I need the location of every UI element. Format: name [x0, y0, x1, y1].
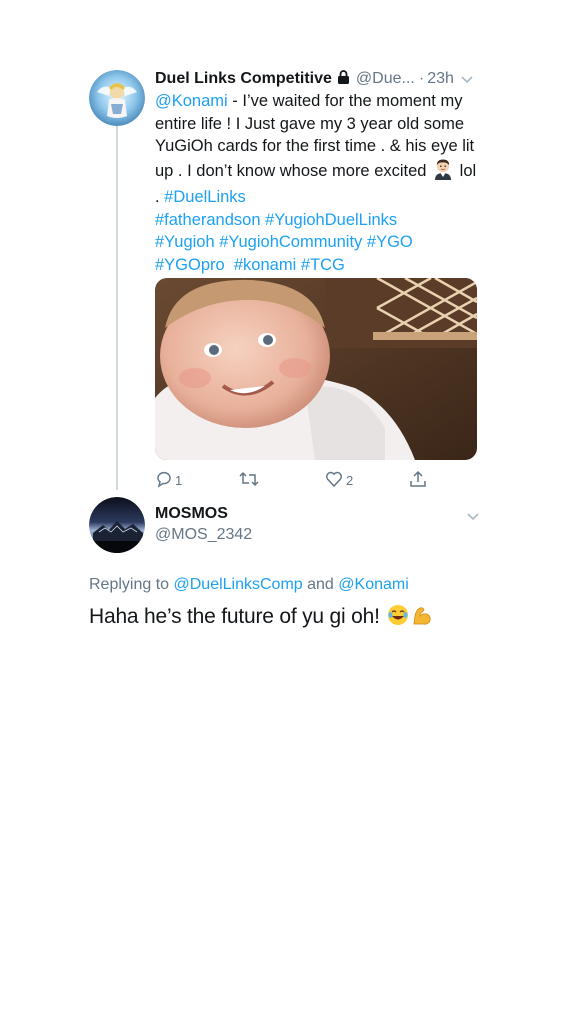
time-separator: · [418, 70, 425, 87]
lock-icon [337, 69, 350, 89]
joy-emoji [387, 604, 409, 632]
hashtag-line-4[interactable]: #YGOpro #konami #TCG [155, 256, 345, 274]
replying-to-duellinkscomp[interactable]: @DuelLinksComp [174, 576, 303, 593]
retweet-action[interactable] [239, 470, 263, 491]
replying-prefix: Replying to [89, 576, 174, 593]
reply-author-name[interactable]: MOSMOS [155, 505, 228, 523]
replying-to-line: Replying to @DuelLinksComp and @Konami [89, 576, 409, 594]
hashtag-line-3[interactable]: #Yugioh #YugiohCommunity #YGO [155, 233, 413, 251]
duel-links-avatar[interactable] [89, 70, 145, 126]
tweet-header: Duel Links Competitive @Due... · 23h [155, 68, 490, 90]
tweet-actions: 1 2 [155, 470, 435, 492]
retweet-icon[interactable] [239, 470, 259, 491]
mention-konami[interactable]: @Konami [155, 92, 228, 110]
share-action[interactable] [409, 470, 427, 491]
like-icon[interactable] [325, 470, 343, 491]
like-action[interactable]: 2 [325, 470, 353, 491]
reply-author-handle[interactable]: @MOS_2342 [155, 526, 252, 544]
tweet-time[interactable]: 23h [427, 70, 454, 88]
reply-action[interactable]: 1 [155, 470, 182, 491]
reply-count: 1 [175, 473, 183, 488]
tweet-author-name[interactable]: Duel Links Competitive [155, 70, 332, 88]
thread-connector-line [116, 126, 118, 490]
tweet-text: @Konami - I’ve waited for the moment my … [155, 90, 480, 276]
like-count: 2 [346, 473, 354, 488]
hashtag-line-2[interactable]: #fatherandson #YugiohDuelLinks [155, 211, 397, 229]
hashtag-line-1[interactable]: #DuelLinks [164, 188, 246, 206]
chevron-down-icon[interactable] [460, 72, 474, 86]
man-face-emoji [433, 158, 453, 187]
replying-and: and [302, 576, 339, 593]
tweet-author-handle[interactable]: @Due... [356, 70, 415, 88]
flexed-biceps-emoji [411, 604, 433, 632]
reply-icon[interactable] [155, 470, 173, 491]
replying-to-konami[interactable]: @Konami [338, 576, 409, 593]
mosmos-avatar[interactable] [89, 497, 145, 553]
tweet-photo[interactable] [155, 278, 477, 460]
reply-body: Haha he’s the future of yu gi oh! [89, 605, 386, 628]
share-icon[interactable] [409, 470, 427, 491]
chevron-down-icon[interactable] [466, 509, 480, 523]
reply-text: Haha he’s the future of yu gi oh! [89, 604, 433, 632]
